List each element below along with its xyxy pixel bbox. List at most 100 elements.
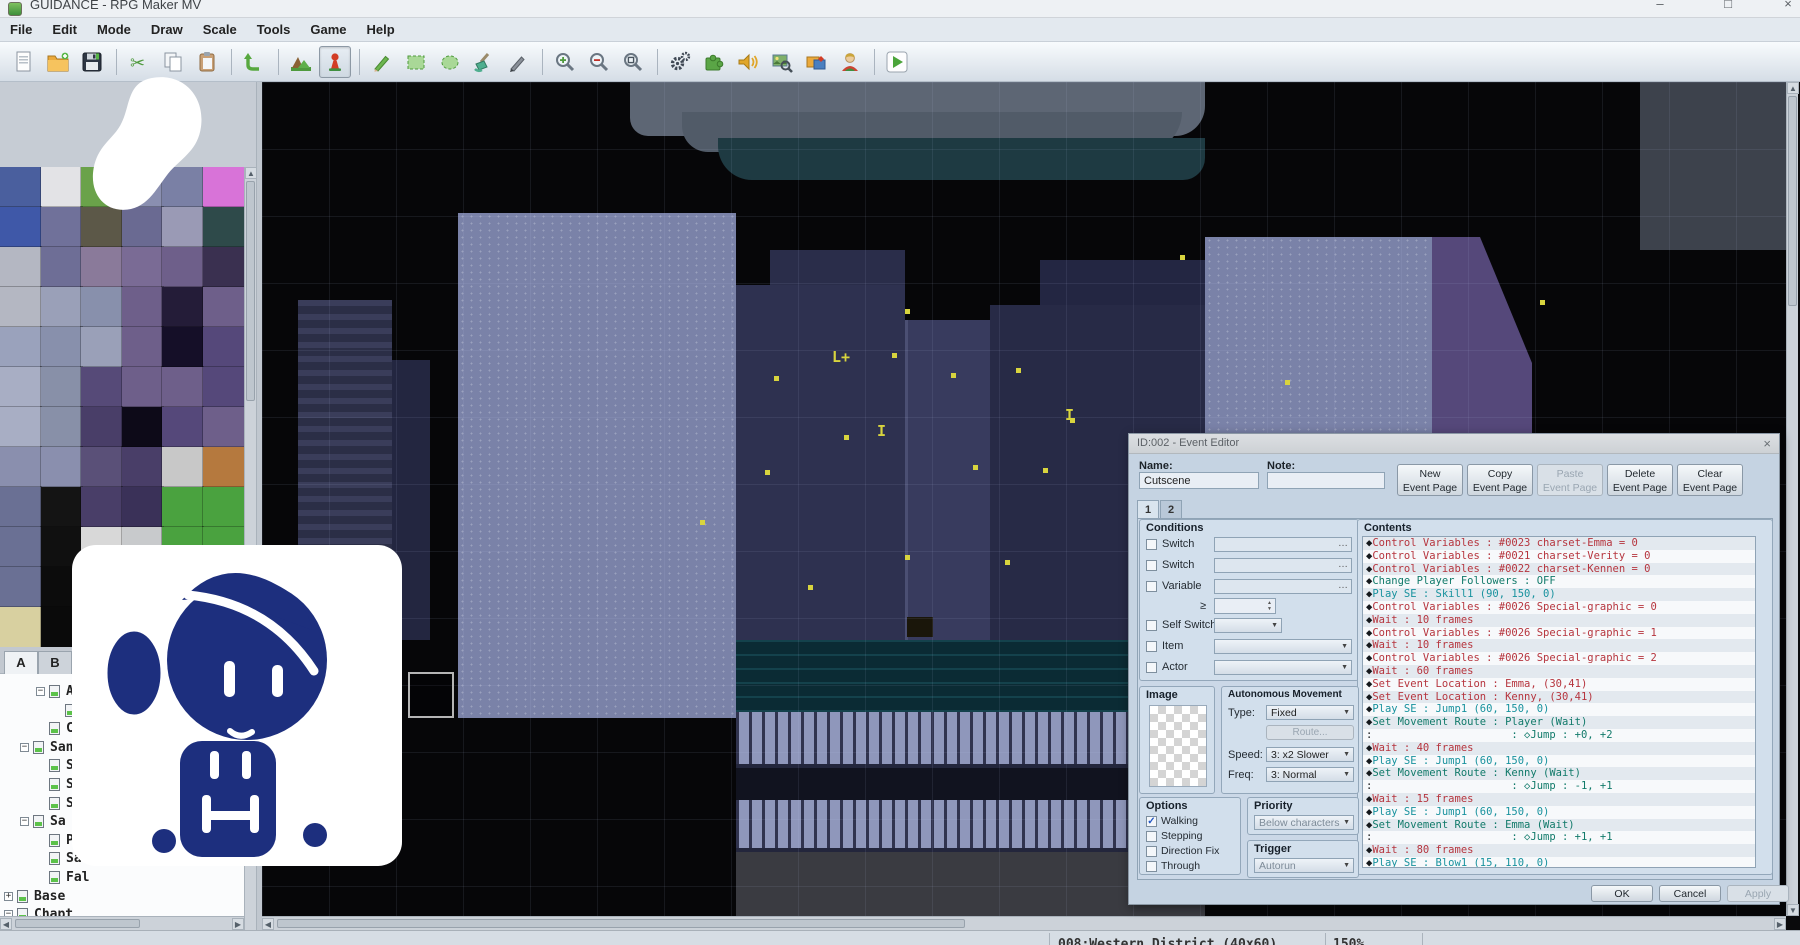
collapse-icon[interactable]: −: [20, 817, 29, 826]
canvas-h-scrollbar[interactable]: ◀ ▶: [262, 916, 1786, 930]
browse-dots[interactable]: …: [1338, 538, 1348, 549]
palette-tile[interactable]: [41, 367, 82, 407]
palette-tile[interactable]: [162, 367, 203, 407]
event-image-box[interactable]: [1149, 705, 1207, 787]
database-icon[interactable]: [664, 46, 696, 78]
maximize-button[interactable]: □: [1708, 0, 1748, 14]
palette-tile[interactable]: [122, 447, 163, 487]
event-command-row[interactable]: ◆Wait : 15 frames: [1363, 793, 1755, 806]
trigger-dropdown[interactable]: Autorun: [1254, 858, 1354, 873]
menu-mode[interactable]: Mode: [87, 18, 141, 42]
zoom-in-icon[interactable]: [549, 46, 581, 78]
palette-tile[interactable]: [41, 487, 82, 527]
scrollbar-thumb[interactable]: [246, 181, 255, 401]
switch1-checkbox[interactable]: [1146, 539, 1157, 550]
palette-tile[interactable]: [41, 327, 82, 367]
contents-scrollbar[interactable]: ▲ ▼: [1755, 536, 1756, 868]
tree-item[interactable]: Fal: [0, 868, 244, 887]
tree-h-scrollbar[interactable]: ◀ ▶: [0, 916, 244, 930]
close-button[interactable]: ×: [1768, 0, 1800, 14]
event-command-row[interactable]: : : ◇Jump : +0, +2: [1363, 729, 1755, 742]
new-project-icon[interactable]: [8, 46, 40, 78]
actor-checkbox[interactable]: [1146, 662, 1157, 673]
undo-icon[interactable]: [238, 46, 270, 78]
palette-tile[interactable]: [0, 367, 41, 407]
apply-button[interactable]: Apply: [1727, 885, 1789, 902]
scroll-down-icon[interactable]: ▼: [1787, 904, 1799, 916]
browse-dots[interactable]: …: [1338, 559, 1348, 570]
palette-tile[interactable]: [0, 567, 41, 607]
walking-checkbox[interactable]: ✓: [1146, 816, 1157, 827]
note-input[interactable]: [1267, 472, 1385, 489]
variable-value-spinner[interactable]: [1214, 598, 1276, 614]
scroll-up-icon[interactable]: ▲: [1787, 82, 1799, 94]
copy-event-page-button[interactable]: CopyEvent Page: [1467, 464, 1533, 496]
palette-tile[interactable]: [122, 327, 163, 367]
actor-dropdown[interactable]: [1214, 660, 1352, 675]
variable-checkbox[interactable]: [1146, 581, 1157, 592]
self-switch-checkbox[interactable]: [1146, 620, 1157, 631]
scrollbar-thumb[interactable]: [277, 919, 965, 928]
palette-tile[interactable]: [41, 207, 82, 247]
event-command-row[interactable]: ◆Play SE : Jump1 (60, 150, 0): [1363, 755, 1755, 768]
palette-tile[interactable]: [81, 447, 122, 487]
direction-fix-checkbox[interactable]: [1146, 846, 1157, 857]
minimize-button[interactable]: –: [1640, 0, 1680, 14]
event-command-row[interactable]: ◆Set Movement Route : Player (Wait): [1363, 716, 1755, 729]
palette-tile[interactable]: [41, 247, 82, 287]
palette-tile[interactable]: [0, 247, 41, 287]
palette-tile[interactable]: [81, 367, 122, 407]
cancel-button[interactable]: Cancel: [1659, 885, 1721, 902]
palette-tile[interactable]: [162, 287, 203, 327]
event-command-row[interactable]: ◆Set Movement Route : Kenny (Wait): [1363, 767, 1755, 780]
menu-help[interactable]: Help: [357, 18, 405, 42]
event-command-row[interactable]: ◆Play SE : Jump1 (60, 150, 0): [1363, 703, 1755, 716]
palette-tile[interactable]: [0, 327, 41, 367]
menu-file[interactable]: File: [0, 18, 42, 42]
event-command-row[interactable]: ◆Control Variables : #0023 charset-Emma …: [1363, 537, 1755, 550]
item-checkbox[interactable]: [1146, 641, 1157, 652]
clear-event-page-button[interactable]: ClearEvent Page: [1677, 464, 1743, 496]
palette-tile[interactable]: [203, 287, 244, 327]
name-input[interactable]: Cutscene: [1139, 472, 1259, 489]
new-event-page-button[interactable]: NewEvent Page: [1397, 464, 1463, 496]
self-switch-dropdown[interactable]: [1214, 618, 1282, 633]
movement-freq-dropdown[interactable]: 3: Normal: [1266, 767, 1354, 782]
palette-tile[interactable]: [203, 447, 244, 487]
palette-tile[interactable]: [162, 487, 203, 527]
scroll-left-icon[interactable]: ◀: [0, 918, 12, 930]
map-mode-icon[interactable]: [285, 46, 317, 78]
open-project-icon[interactable]: [42, 46, 74, 78]
switch2-field[interactable]: …: [1214, 558, 1352, 573]
through-checkbox[interactable]: [1146, 861, 1157, 872]
event-command-row[interactable]: ◆Control Variables : #0022 charset-Kenne…: [1363, 563, 1755, 576]
event-command-row[interactable]: ◆Control Variables : #0021 charset-Verit…: [1363, 550, 1755, 563]
browse-dots[interactable]: …: [1338, 580, 1348, 591]
palette-tile[interactable]: [203, 327, 244, 367]
event-command-row[interactable]: : : ◇Jump : -1, +1: [1363, 780, 1755, 793]
event-command-row[interactable]: ◆Play SE : Blow1 (15, 110, 0): [1363, 857, 1755, 868]
palette-tile[interactable]: [81, 487, 122, 527]
dialog-close-icon[interactable]: ×: [1763, 436, 1771, 451]
event-command-row[interactable]: ◆Wait : 80 frames: [1363, 844, 1755, 857]
zoom-actual-icon[interactable]: [617, 46, 649, 78]
resource-manager-icon[interactable]: [800, 46, 832, 78]
scroll-right-icon[interactable]: ▶: [232, 918, 244, 930]
palette-tile[interactable]: [162, 327, 203, 367]
event-command-row[interactable]: ◆Change Player Followers : OFF: [1363, 575, 1755, 588]
canvas-v-scrollbar[interactable]: ▲ ▼: [1786, 82, 1798, 916]
event-command-row[interactable]: ◆Play SE : Skill1 (90, 150, 0): [1363, 588, 1755, 601]
palette-tile[interactable]: [41, 407, 82, 447]
palette-tile[interactable]: [203, 487, 244, 527]
flood-fill-tool-icon[interactable]: [468, 46, 500, 78]
palette-tile[interactable]: [41, 167, 82, 207]
palette-tile[interactable]: [122, 287, 163, 327]
priority-dropdown[interactable]: Below characters: [1254, 815, 1354, 830]
palette-tile[interactable]: [203, 367, 244, 407]
plugin-manager-icon[interactable]: [698, 46, 730, 78]
movement-speed-dropdown[interactable]: 3: x2 Slower: [1266, 747, 1354, 762]
palette-tile[interactable]: [122, 367, 163, 407]
palette-tile[interactable]: [122, 407, 163, 447]
zoom-out-icon[interactable]: [583, 46, 615, 78]
tree-item[interactable]: +Base: [0, 887, 244, 906]
